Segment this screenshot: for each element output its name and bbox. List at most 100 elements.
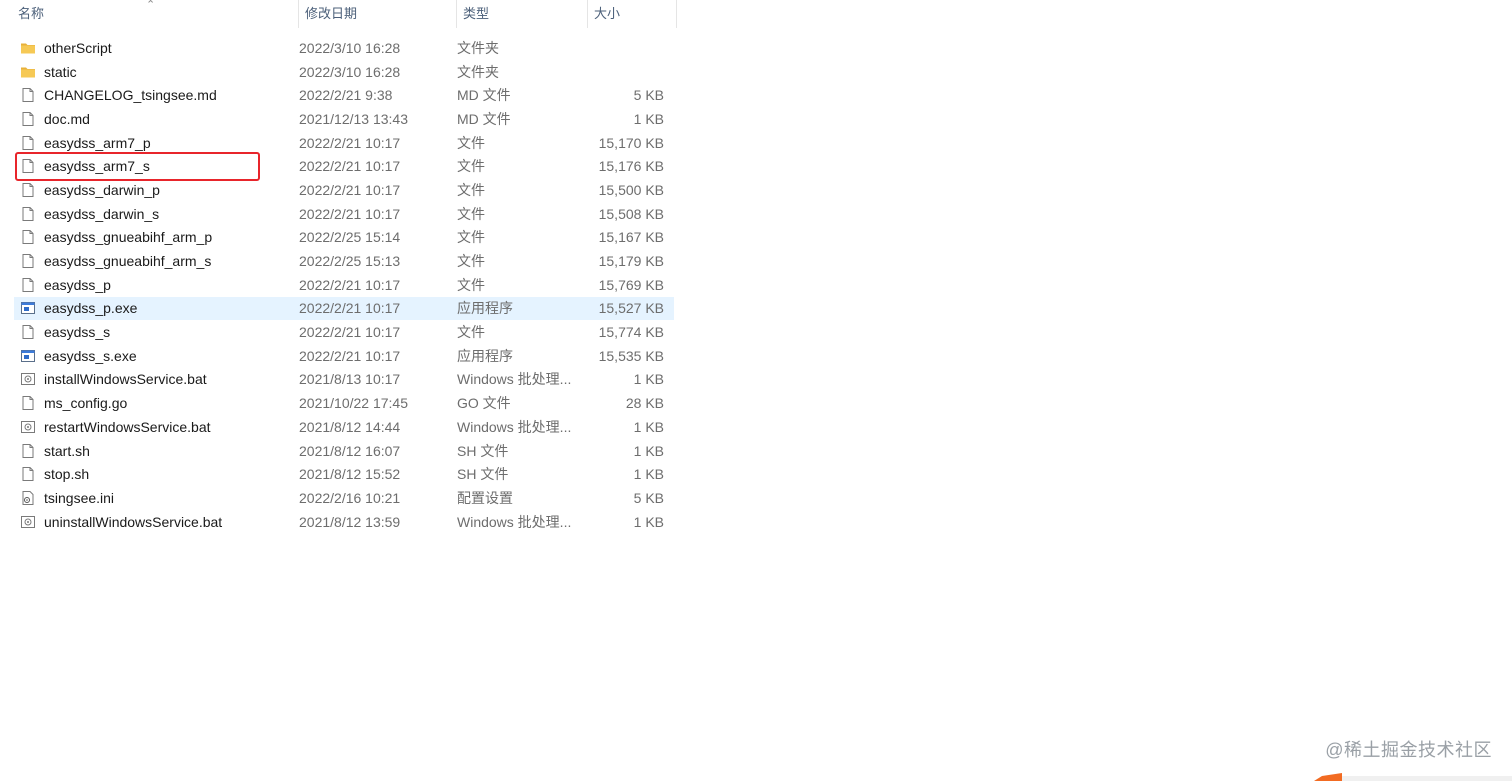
file-name-cell: easydss_gnueabihf_arm_s	[14, 253, 299, 269]
file-type: 应用程序	[457, 347, 513, 364]
file-name-cell: doc.md	[14, 111, 299, 127]
column-header-type[interactable]: 类型	[457, 0, 588, 28]
file-name: easydss_p	[44, 276, 111, 293]
file-row-easydss-p-exe[interactable]: easydss_p.exe 2022/2/21 10:17 应用程序 15,527 K…	[14, 296, 674, 321]
file-date: 2022/2/21 10:17	[299, 181, 401, 198]
file-row-easydss-gnueabihf-arm-s[interactable]: easydss_gnueabihf_arm_s 2022/2/25 15:13 文件…	[14, 249, 674, 273]
file-row-easydss-p[interactable]: easydss_p 2022/2/21 10:17 文件 15,769 KB	[14, 273, 674, 297]
file-size: 1 KB	[633, 418, 664, 435]
file-date: 2021/8/12 16:07	[299, 442, 401, 459]
file-row-ms-config-go[interactable]: ms_config.go 2021/10/22 17:45 GO 文件 28 KB	[14, 391, 674, 415]
file-name-cell: restartWindowsService.bat	[14, 419, 299, 435]
file-name-cell: ms_config.go	[14, 395, 299, 411]
file-icon	[20, 324, 36, 340]
file-name-cell: easydss_darwin_s	[14, 206, 299, 222]
file-name: installWindowsService.bat	[44, 371, 207, 388]
file-name-cell: CHANGELOG_tsingsee.md	[14, 87, 299, 103]
file-size: 15,774 KB	[598, 324, 664, 341]
exe-icon	[20, 300, 36, 316]
file-type: 配置设置	[457, 489, 513, 506]
file-date: 2022/2/21 10:17	[299, 324, 401, 341]
file-size: 15,527 KB	[598, 300, 664, 317]
file-date: 2022/2/16 10:21	[299, 489, 401, 506]
file-row-changelog-tsingsee-md[interactable]: CHANGELOG_tsingsee.md 2022/2/21 9:38 MD 文件…	[14, 83, 674, 107]
file-size: 5 KB	[633, 489, 664, 506]
file-size: 15,176 KB	[598, 158, 664, 175]
file-type: 应用程序	[457, 300, 513, 317]
file-type: 文件夹	[457, 39, 499, 56]
file-type: 文件	[457, 205, 485, 222]
file-size: 15,769 KB	[598, 276, 664, 293]
file-name-cell: easydss_arm7_s	[14, 158, 299, 174]
file-row-easydss-s[interactable]: easydss_s 2022/2/21 10:17 文件 15,774 KB	[14, 320, 674, 344]
column-header-size[interactable]: 大小	[588, 0, 677, 28]
file-date: 2022/3/10 16:28	[299, 63, 401, 80]
file-icon	[20, 158, 36, 174]
file-icon	[20, 466, 36, 482]
file-row-stop-sh[interactable]: stop.sh 2021/8/12 15:52 SH 文件 1 KB	[14, 462, 674, 486]
file-size: 28 KB	[625, 395, 664, 412]
file-size: 1 KB	[633, 466, 664, 483]
file-type: MD 文件	[457, 87, 511, 104]
file-type: 文件	[457, 276, 485, 293]
file-icon	[20, 229, 36, 245]
file-date: 2022/2/21 10:17	[299, 300, 401, 317]
file-row-uninstallwindowsservice-bat[interactable]: uninstallWindowsService.bat 2021/8/12 13:…	[14, 510, 674, 534]
file-name-cell: easydss_p.exe	[14, 300, 299, 316]
file-date: 2021/10/22 17:45	[299, 395, 408, 412]
file-type: 文件	[457, 229, 485, 246]
file-size: 15,170 KB	[598, 134, 664, 151]
file-name: easydss_s.exe	[44, 347, 137, 364]
file-name-cell: easydss_arm7_p	[14, 135, 299, 151]
file-row-easydss-gnueabihf-arm-p[interactable]: easydss_gnueabihf_arm_p 2022/2/25 15:14 文件…	[14, 226, 674, 250]
file-size: 15,179 KB	[598, 253, 664, 270]
watermark: @稀土掘金技术社区	[1325, 740, 1492, 760]
file-type: Windows 批处理...	[457, 513, 572, 530]
file-date: 2021/8/12 15:52	[299, 466, 401, 483]
column-header-name[interactable]: 名称 ⌃	[0, 0, 299, 28]
bat-icon	[20, 419, 36, 435]
column-header-date-label: 修改日期	[305, 6, 358, 21]
file-type: SH 文件	[457, 442, 509, 459]
file-icon	[20, 87, 36, 103]
file-icon	[20, 277, 36, 293]
file-type: 文件	[457, 158, 485, 175]
file-name-cell: otherScript	[14, 40, 299, 56]
file-row-restartwindowsservice-bat[interactable]: restartWindowsService.bat 2021/8/12 14:44…	[14, 415, 674, 439]
file-row-easydss-arm7-p[interactable]: easydss_arm7_p 2022/2/21 10:17 文件 15,170 KB	[14, 131, 674, 155]
file-name-cell: tsingsee.ini	[14, 490, 299, 506]
sort-ascending-icon: ⌃	[146, 0, 156, 11]
file-date: 2022/2/21 10:17	[299, 134, 401, 151]
file-list: otherScript 2022/3/10 16:28 文件夹 static 2022/…	[14, 36, 674, 533]
file-row-easydss-arm7-s[interactable]: easydss_arm7_s 2022/2/21 10:17 文件 15,176 KB	[14, 154, 674, 178]
file-size: 1 KB	[633, 442, 664, 459]
file-row-easydss-s-exe[interactable]: easydss_s.exe 2022/2/21 10:17 应用程序 15,535 K…	[14, 344, 674, 368]
file-name: easydss_arm7_s	[44, 158, 150, 175]
file-name: stop.sh	[44, 466, 90, 483]
file-row-doc-md[interactable]: doc.md 2021/12/13 13:43 MD 文件 1 KB	[14, 107, 674, 131]
file-name: easydss_darwin_p	[44, 181, 160, 198]
folder-icon	[20, 40, 36, 56]
file-icon	[20, 395, 36, 411]
file-row-start-sh[interactable]: start.sh 2021/8/12 16:07 SH 文件 1 KB	[14, 439, 674, 463]
column-header-date[interactable]: 修改日期	[299, 0, 457, 28]
file-type: Windows 批处理...	[457, 418, 572, 435]
file-type: 文件	[457, 324, 485, 341]
file-name: easydss_arm7_p	[44, 134, 151, 151]
file-type: 文件	[457, 134, 485, 151]
file-row-static[interactable]: static 2022/3/10 16:28 文件夹	[14, 60, 674, 84]
column-header-size-label: 大小	[594, 6, 621, 21]
file-row-easydss-darwin-p[interactable]: easydss_darwin_p 2022/2/21 10:17 文件 15,500 …	[14, 178, 674, 202]
file-row-easydss-darwin-s[interactable]: easydss_darwin_s 2022/2/21 10:17 文件 15,508 …	[14, 202, 674, 226]
file-date: 2022/3/10 16:28	[299, 39, 401, 56]
file-size: 15,167 KB	[598, 229, 664, 246]
file-date: 2022/2/21 10:17	[299, 205, 401, 222]
file-row-installwindowsservice-bat[interactable]: installWindowsService.bat 2021/8/13 10:17…	[14, 368, 674, 392]
file-row-otherscript[interactable]: otherScript 2022/3/10 16:28 文件夹	[14, 36, 674, 60]
file-name: easydss_gnueabihf_arm_s	[44, 253, 212, 270]
file-type: 文件	[457, 253, 485, 270]
file-name-cell: easydss_p	[14, 277, 299, 293]
file-row-tsingsee-ini[interactable]: tsingsee.ini 2022/2/16 10:21 配置设置 5 KB	[14, 486, 674, 510]
file-size: 15,508 KB	[598, 205, 664, 222]
file-icon	[20, 135, 36, 151]
